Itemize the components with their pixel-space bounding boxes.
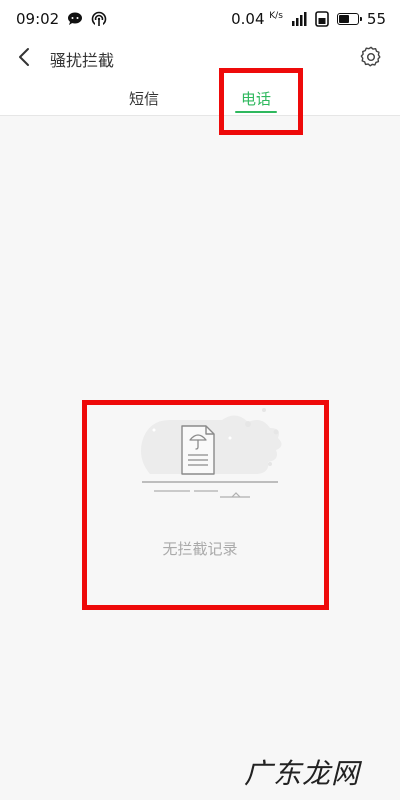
- battery-level: 55: [366, 10, 386, 28]
- status-time: 09:02: [16, 10, 60, 28]
- umbrella-document-icon: [130, 402, 290, 508]
- status-bar: 09:02 0.04 K/s 55: [0, 0, 400, 38]
- settings-button[interactable]: [356, 44, 386, 74]
- signal-icon: [291, 12, 307, 26]
- tab-bar: 短信 电话: [0, 80, 400, 116]
- gear-icon: [360, 46, 382, 72]
- status-left: 09:02: [16, 10, 107, 28]
- battery-fill: [338, 15, 349, 23]
- back-button[interactable]: [2, 38, 46, 80]
- empty-state-message: 无拦截记录: [162, 540, 238, 558]
- active-tab-indicator: [235, 111, 277, 113]
- hd-sim-icon: [315, 11, 329, 27]
- chevron-left-icon: [17, 47, 31, 71]
- net-speed-value: 0.04: [231, 10, 265, 28]
- tab-sms[interactable]: 短信: [112, 80, 176, 116]
- battery-icon: [336, 13, 362, 25]
- page-title: 骚扰拦截: [50, 51, 115, 70]
- watermark: 广东龙网: [243, 757, 360, 790]
- net-speed-unit: K/s: [269, 11, 283, 21]
- app-header: 骚扰拦截: [0, 38, 400, 80]
- chat-bubble-icon: [67, 12, 83, 26]
- status-right: 0.04 K/s 55: [231, 10, 386, 28]
- net-speed: 0.04 K/s: [231, 10, 283, 28]
- hotspot-icon: [91, 11, 107, 27]
